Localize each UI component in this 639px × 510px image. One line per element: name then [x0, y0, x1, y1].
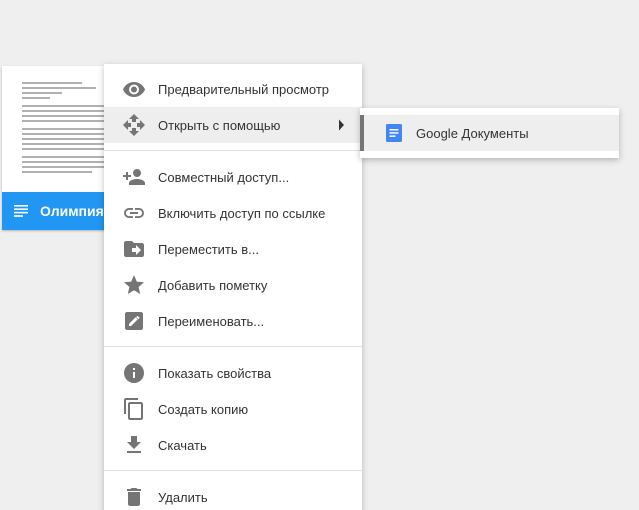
- menu-item-label: Переименовать...: [158, 313, 265, 329]
- person-add-icon: [122, 165, 146, 189]
- menu-item-preview[interactable]: Предварительный просмотр: [104, 71, 362, 107]
- menu-divider: [104, 150, 362, 151]
- menu-item-label: Создать копию: [158, 401, 249, 417]
- menu-divider: [104, 470, 362, 471]
- folder-move-icon: [122, 237, 146, 261]
- menu-item-move-to[interactable]: Переместить в...: [104, 231, 362, 267]
- menu-item-share[interactable]: Совместный доступ...: [104, 159, 362, 195]
- menu-item-label: Предварительный просмотр: [158, 81, 330, 97]
- move-arrows-icon: [122, 113, 146, 137]
- menu-item-label: Совместный доступ...: [158, 169, 290, 185]
- eye-icon: [122, 77, 146, 101]
- menu-item-get-link[interactable]: Включить доступ по ссылке: [104, 195, 362, 231]
- submenu-item-label: Google Документы: [416, 125, 529, 141]
- menu-item-download[interactable]: Скачать: [104, 427, 362, 463]
- menu-item-label: Удалить: [158, 489, 208, 505]
- menu-item-details[interactable]: Показать свойства: [104, 355, 362, 391]
- open-with-submenu: Google Документы: [360, 108, 619, 158]
- trash-icon: [122, 485, 146, 509]
- menu-item-star[interactable]: Добавить пометку: [104, 267, 362, 303]
- menu-item-remove[interactable]: Удалить: [104, 479, 362, 510]
- download-icon: [122, 433, 146, 457]
- copy-icon: [122, 397, 146, 421]
- submenu-item-google-docs[interactable]: Google Документы: [360, 115, 619, 151]
- chevron-right-icon: [339, 119, 344, 131]
- menu-item-rename[interactable]: Переименовать...: [104, 303, 362, 339]
- context-menu: Предварительный просмотр Открыть с помощ…: [104, 64, 362, 510]
- info-icon: [122, 361, 146, 385]
- document-lines-icon: [14, 205, 28, 217]
- menu-item-label: Включить доступ по ссылке: [158, 205, 326, 221]
- menu-item-make-copy[interactable]: Создать копию: [104, 391, 362, 427]
- menu-item-label: Переместить в...: [158, 241, 259, 257]
- menu-item-label: Скачать: [158, 437, 207, 453]
- menu-item-label: Добавить пометку: [158, 277, 268, 293]
- link-icon: [122, 201, 146, 225]
- star-icon: [122, 273, 146, 297]
- menu-item-label: Открыть с помощью: [158, 117, 281, 133]
- google-docs-icon: [386, 124, 402, 142]
- menu-item-open-with[interactable]: Открыть с помощью: [104, 107, 362, 143]
- menu-divider: [104, 346, 362, 347]
- edit-icon: [122, 309, 146, 333]
- menu-item-label: Показать свойства: [158, 365, 272, 381]
